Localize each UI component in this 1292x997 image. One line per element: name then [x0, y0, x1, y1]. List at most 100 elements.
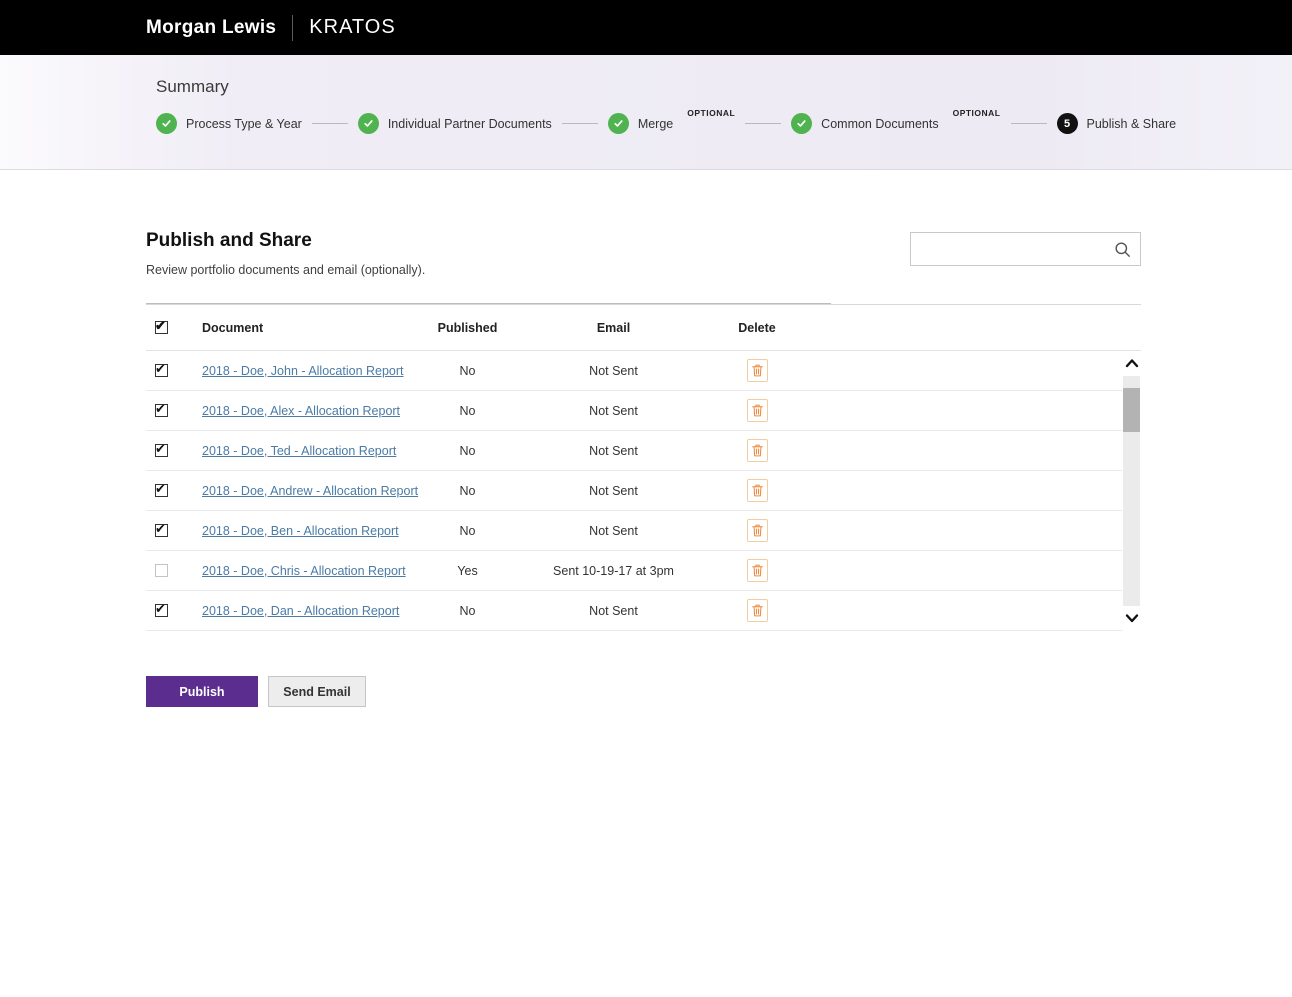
- trash-icon: [751, 363, 764, 378]
- documents-table: Document Published Email Delete 2018 - D…: [146, 303, 1141, 631]
- step-complete-check-icon: [607, 113, 629, 134]
- email-status: Not Sent: [589, 603, 638, 618]
- app-name: KRATOS: [309, 16, 396, 38]
- step-number-badge: 5: [1056, 113, 1078, 134]
- step-label: Process Type & Year: [186, 116, 302, 131]
- row-checkbox[interactable]: [155, 442, 168, 457]
- publish-button[interactable]: Publish: [146, 676, 258, 707]
- search-icon[interactable]: [1113, 240, 1132, 259]
- stepper-connector: [311, 123, 348, 124]
- delete-button[interactable]: [746, 479, 768, 502]
- scroll-down-button[interactable]: [1122, 606, 1141, 631]
- table-row: 2018 - Doe, Alex - Allocation Report No No…: [146, 391, 1141, 431]
- stepper-step-4[interactable]: Common Documents OPTIONAL: [791, 108, 1000, 134]
- email-status: Sent 10-19-17 at 3pm: [553, 563, 674, 578]
- scroll-up-button[interactable]: [1122, 351, 1141, 376]
- send-email-button[interactable]: Send Email: [268, 676, 366, 707]
- page-subtitle: Review portfolio documents and email (op…: [146, 263, 426, 277]
- table-row: 2018 - Doe, Dan - Allocation Report No Not…: [146, 591, 1141, 631]
- email-status: Not Sent: [589, 483, 638, 498]
- optional-tag: OPTIONAL: [687, 107, 736, 118]
- stepper-step-2[interactable]: Individual Partner Documents: [357, 113, 552, 134]
- delete-button[interactable]: [746, 599, 768, 622]
- scrollbar-thumb[interactable]: [1123, 388, 1140, 432]
- step-label: Common Documents: [821, 116, 939, 131]
- row-checkbox[interactable]: [155, 522, 168, 537]
- email-status: Not Sent: [589, 523, 638, 538]
- column-header-delete: Delete: [738, 320, 776, 335]
- document-link[interactable]: 2018 - Doe, Ted - Allocation Report: [202, 444, 396, 458]
- brand-logo: Morgan Lewis KRATOS: [146, 14, 396, 41]
- page-title: Publish and Share: [146, 230, 312, 251]
- brand-divider: [292, 14, 294, 41]
- trash-icon: [751, 443, 764, 458]
- published-status: No: [459, 483, 476, 498]
- document-link[interactable]: 2018 - Doe, Alex - Allocation Report: [202, 404, 400, 418]
- column-header-document: Document: [202, 320, 264, 335]
- column-header-published: Published: [437, 320, 498, 335]
- table-scrollbar: [1122, 351, 1141, 631]
- document-link[interactable]: 2018 - Doe, Ben - Allocation Report: [202, 524, 399, 538]
- topbar: Morgan Lewis KRATOS: [0, 0, 1292, 55]
- table-row: 2018 - Doe, Andrew - Allocation Report No…: [146, 471, 1141, 511]
- email-status: Not Sent: [589, 403, 638, 418]
- action-buttons: Publish Send Email: [146, 676, 1141, 997]
- published-status: No: [459, 443, 476, 458]
- step-complete-check-icon: [357, 113, 379, 134]
- table-row: 2018 - Doe, Ted - Allocation Report No Not…: [146, 431, 1141, 471]
- document-link[interactable]: 2018 - Doe, John - Allocation Report: [202, 364, 404, 378]
- row-checkbox[interactable]: [155, 482, 168, 497]
- published-status: No: [459, 523, 476, 538]
- chevron-down-icon: [1125, 611, 1139, 626]
- column-header-email: Email: [596, 320, 631, 335]
- published-status: No: [459, 403, 476, 418]
- delete-button[interactable]: [746, 359, 768, 382]
- table-body: 2018 - Doe, John - Allocation Report No No…: [146, 351, 1141, 631]
- stepper-step-5[interactable]: 5 Publish & Share: [1056, 113, 1177, 134]
- document-link[interactable]: 2018 - Doe, Chris - Allocation Report: [202, 564, 406, 578]
- row-checkbox[interactable]: [155, 564, 168, 577]
- published-status: Yes: [457, 563, 478, 578]
- table-row: 2018 - Doe, Ben - Allocation Report No Not…: [146, 511, 1141, 551]
- step-label: Merge: [637, 116, 674, 131]
- stepper: Process Type & Year Individual Partner Do…: [156, 108, 1292, 134]
- delete-button[interactable]: [746, 559, 768, 582]
- search-input[interactable]: [911, 233, 1113, 265]
- scrollbar-track[interactable]: [1123, 376, 1140, 606]
- search-box: [910, 232, 1141, 266]
- trash-icon: [751, 523, 764, 538]
- stepper-connector: [561, 123, 598, 124]
- trash-icon: [751, 403, 764, 418]
- trash-icon: [751, 483, 764, 498]
- delete-button[interactable]: [746, 399, 768, 422]
- delete-button[interactable]: [746, 439, 768, 462]
- email-status: Not Sent: [589, 443, 638, 458]
- published-status: No: [459, 363, 476, 378]
- step-complete-check-icon: [791, 113, 813, 134]
- email-status: Not Sent: [589, 363, 638, 378]
- summary-stepper-band: Summary Process Type & Year Individual Pa…: [0, 55, 1292, 170]
- row-checkbox[interactable]: [155, 402, 168, 417]
- stepper-connector: [745, 123, 782, 124]
- step-label: Publish & Share: [1086, 116, 1177, 131]
- page-heading-block: Publish and Share Review portfolio docum…: [146, 230, 425, 277]
- trash-icon: [751, 603, 764, 618]
- document-link[interactable]: 2018 - Doe, Dan - Allocation Report: [202, 604, 399, 618]
- stepper-step-3[interactable]: Merge OPTIONAL: [607, 108, 735, 134]
- select-all-checkbox[interactable]: [155, 319, 168, 334]
- stepper-step-1[interactable]: Process Type & Year: [156, 113, 302, 134]
- table-row: 2018 - Doe, Chris - Allocation Report Yes…: [146, 551, 1141, 591]
- summary-title: Summary: [156, 77, 229, 96]
- brand-name: Morgan Lewis: [146, 16, 277, 38]
- document-link[interactable]: 2018 - Doe, Andrew - Allocation Report: [202, 484, 418, 498]
- delete-button[interactable]: [746, 519, 768, 542]
- row-checkbox[interactable]: [155, 602, 168, 617]
- step-label: Individual Partner Documents: [387, 116, 552, 131]
- trash-icon: [751, 563, 764, 578]
- row-checkbox[interactable]: [155, 362, 168, 377]
- optional-tag: OPTIONAL: [952, 107, 1001, 118]
- table-top-rule: [146, 303, 831, 304]
- published-status: No: [459, 603, 476, 618]
- stepper-connector: [1010, 123, 1047, 124]
- main-content: Publish and Share Review portfolio docum…: [0, 230, 1292, 997]
